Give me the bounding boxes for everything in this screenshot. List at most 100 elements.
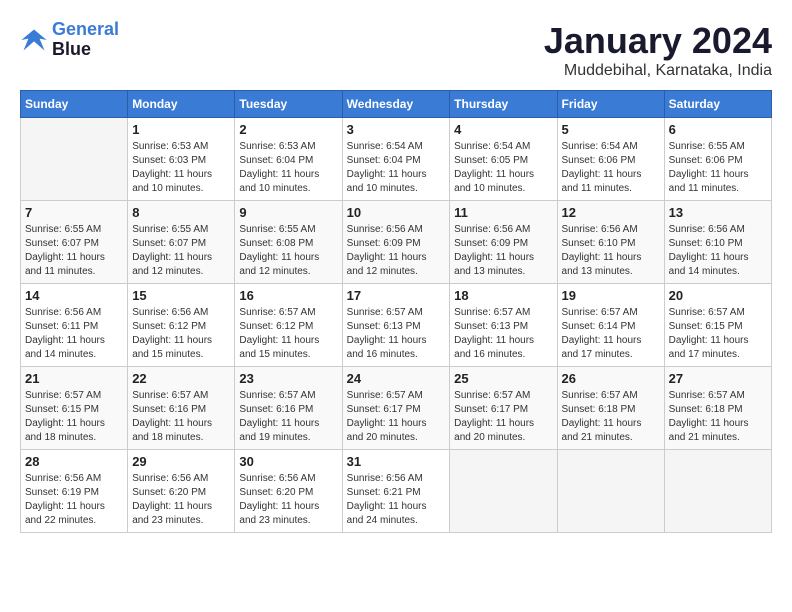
calendar-cell: 8 Sunrise: 6:55 AMSunset: 6:07 PMDaylight…: [128, 201, 235, 284]
day-info: Sunrise: 6:57 AMSunset: 6:18 PMDaylight:…: [669, 389, 767, 445]
day-info: Sunrise: 6:53 AMSunset: 6:04 PMDaylight:…: [239, 140, 337, 196]
logo: General Blue: [20, 20, 119, 60]
calendar-cell: 30 Sunrise: 6:56 AMSunset: 6:20 PMDayligh…: [235, 450, 342, 533]
day-number: 31: [347, 454, 446, 469]
calendar-cell: 29Sunrise: 6:56 AMSunset: 6:20 PMDayligh…: [128, 450, 235, 533]
day-info: Sunrise: 6:56 AMSunset: 6:20 PMDaylight:…: [132, 472, 230, 528]
day-number: 19: [562, 288, 660, 303]
column-header-tuesday: Tuesday: [235, 91, 342, 118]
week-row-3: 14Sunrise: 6:56 AMSunset: 6:11 PMDayligh…: [21, 284, 772, 367]
day-info: Sunrise: 6:56 AMSunset: 6:09 PMDaylight:…: [454, 223, 552, 279]
day-info: Sunrise: 6:56 AMSunset: 6:10 PMDaylight:…: [562, 223, 660, 279]
day-number: 11: [454, 205, 552, 220]
calendar-cell: 7Sunrise: 6:55 AMSunset: 6:07 PMDaylight…: [21, 201, 128, 284]
day-number: 8: [132, 205, 230, 220]
calendar-cell: [557, 450, 664, 533]
calendar-cell: [21, 118, 128, 201]
day-number: 30: [239, 454, 337, 469]
day-number: 6: [669, 122, 767, 137]
day-number: 27: [669, 371, 767, 386]
day-number: 7: [25, 205, 123, 220]
day-number: 13: [669, 205, 767, 220]
calendar-cell: 27 Sunrise: 6:57 AMSunset: 6:18 PMDayligh…: [664, 367, 771, 450]
calendar-cell: 2 Sunrise: 6:53 AMSunset: 6:04 PMDaylight…: [235, 118, 342, 201]
day-number: 2: [239, 122, 337, 137]
week-row-1: 1 Sunrise: 6:53 AMSunset: 6:03 PMDaylight…: [21, 118, 772, 201]
day-info: Sunrise: 6:54 AMSunset: 6:04 PMDaylight:…: [347, 140, 446, 196]
day-number: 15: [132, 288, 230, 303]
column-header-sunday: Sunday: [21, 91, 128, 118]
day-info: Sunrise: 6:57 AMSunset: 6:15 PMDaylight:…: [25, 389, 123, 445]
day-number: 21: [25, 371, 123, 386]
day-info: Sunrise: 6:56 AMSunset: 6:19 PMDaylight:…: [25, 472, 123, 528]
day-number: 17: [347, 288, 446, 303]
calendar-cell: 19 Sunrise: 6:57 AMSunset: 6:14 PMDayligh…: [557, 284, 664, 367]
day-info: Sunrise: 6:55 AMSunset: 6:07 PMDaylight:…: [132, 223, 230, 279]
calendar-cell: 16 Sunrise: 6:57 AMSunset: 6:12 PMDayligh…: [235, 284, 342, 367]
calendar-table: SundayMondayTuesdayWednesdayThursdayFrid…: [20, 90, 772, 533]
day-info: Sunrise: 6:56 AMSunset: 6:21 PMDaylight:…: [347, 472, 446, 528]
day-info: Sunrise: 6:57 AMSunset: 6:17 PMDaylight:…: [454, 389, 552, 445]
column-header-saturday: Saturday: [664, 91, 771, 118]
day-number: 9: [239, 205, 337, 220]
day-info: Sunrise: 6:57 AMSunset: 6:14 PMDaylight:…: [562, 306, 660, 362]
day-number: 28: [25, 454, 123, 469]
day-number: 3: [347, 122, 446, 137]
calendar-cell: 23 Sunrise: 6:57 AMSunset: 6:16 PMDayligh…: [235, 367, 342, 450]
calendar-cell: 24Sunrise: 6:57 AMSunset: 6:17 PMDayligh…: [342, 367, 450, 450]
calendar-cell: 25 Sunrise: 6:57 AMSunset: 6:17 PMDayligh…: [450, 367, 557, 450]
column-header-friday: Friday: [557, 91, 664, 118]
calendar-cell: 14Sunrise: 6:56 AMSunset: 6:11 PMDayligh…: [21, 284, 128, 367]
day-number: 22: [132, 371, 230, 386]
calendar-cell: 31 Sunrise: 6:56 AMSunset: 6:21 PMDayligh…: [342, 450, 450, 533]
calendar-cell: [450, 450, 557, 533]
calendar-cell: 5 Sunrise: 6:54 AMSunset: 6:06 PMDaylight…: [557, 118, 664, 201]
location-title: Muddebihal, Karnataka, India: [544, 62, 772, 80]
logo-icon: [20, 26, 48, 54]
day-info: Sunrise: 6:57 AMSunset: 6:16 PMDaylight:…: [132, 389, 230, 445]
day-info: Sunrise: 6:54 AMSunset: 6:06 PMDaylight:…: [562, 140, 660, 196]
week-row-2: 7 Sunrise: 6:55 AMSunset: 6:07 PMDaylight…: [21, 201, 772, 284]
calendar-cell: 3 Sunrise: 6:54 AMSunset: 6:04 PMDaylight…: [342, 118, 450, 201]
week-row-5: 28 Sunrise: 6:56 AMSunset: 6:19 PMDayligh…: [21, 450, 772, 533]
calendar-cell: 22 Sunrise: 6:57 AMSunset: 6:16 PMDayligh…: [128, 367, 235, 450]
calendar-cell: 9 Sunrise: 6:55 AMSunset: 6:08 PMDaylight…: [235, 201, 342, 284]
day-info: Sunrise: 6:56 AMSunset: 6:20 PMDaylight:…: [239, 472, 337, 528]
calendar-cell: 1 Sunrise: 6:53 AMSunset: 6:03 PMDaylight…: [128, 118, 235, 201]
day-info: Sunrise: 6:57 AMSunset: 6:16 PMDaylight:…: [239, 389, 337, 445]
calendar-cell: 11 Sunrise: 6:56 AMSunset: 6:09 PMDayligh…: [450, 201, 557, 284]
day-info: Sunrise: 6:57 AMSunset: 6:15 PMDaylight:…: [669, 306, 767, 362]
day-info: Sunrise: 6:57 AMSunset: 6:18 PMDaylight:…: [562, 389, 660, 445]
calendar-cell: 21 Sunrise: 6:57 AMSunset: 6:15 PMDayligh…: [21, 367, 128, 450]
day-info: Sunrise: 6:57 AMSunset: 6:17 PMDaylight:…: [347, 389, 446, 445]
day-number: 20: [669, 288, 767, 303]
day-number: 10: [347, 205, 446, 220]
day-number: 26: [562, 371, 660, 386]
day-info: Sunrise: 6:56 AMSunset: 6:10 PMDaylight:…: [669, 223, 767, 279]
day-number: 23: [239, 371, 337, 386]
day-info: Sunrise: 6:57 AMSunset: 6:12 PMDaylight:…: [239, 306, 337, 362]
day-number: 25: [454, 371, 552, 386]
calendar-cell: 10 Sunrise: 6:56 AMSunset: 6:09 PMDayligh…: [342, 201, 450, 284]
day-info: Sunrise: 6:56 AMSunset: 6:11 PMDaylight:…: [25, 306, 123, 362]
day-info: Sunrise: 6:56 AMSunset: 6:09 PMDaylight:…: [347, 223, 446, 279]
calendar-cell: 28 Sunrise: 6:56 AMSunset: 6:19 PMDayligh…: [21, 450, 128, 533]
week-row-4: 21 Sunrise: 6:57 AMSunset: 6:15 PMDayligh…: [21, 367, 772, 450]
day-number: 1: [132, 122, 230, 137]
day-info: Sunrise: 6:55 AMSunset: 6:08 PMDaylight:…: [239, 223, 337, 279]
day-info: Sunrise: 6:53 AMSunset: 6:03 PMDaylight:…: [132, 140, 230, 196]
calendar-cell: 18Sunrise: 6:57 AMSunset: 6:13 PMDayligh…: [450, 284, 557, 367]
day-info: Sunrise: 6:54 AMSunset: 6:05 PMDaylight:…: [454, 140, 552, 196]
day-number: 16: [239, 288, 337, 303]
day-info: Sunrise: 6:56 AMSunset: 6:12 PMDaylight:…: [132, 306, 230, 362]
logo-text: General Blue: [52, 20, 119, 60]
column-header-thursday: Thursday: [450, 91, 557, 118]
calendar-cell: 26 Sunrise: 6:57 AMSunset: 6:18 PMDayligh…: [557, 367, 664, 450]
day-number: 5: [562, 122, 660, 137]
calendar-cell: 4Sunrise: 6:54 AMSunset: 6:05 PMDaylight…: [450, 118, 557, 201]
day-number: 12: [562, 205, 660, 220]
calendar-cell: 12 Sunrise: 6:56 AMSunset: 6:10 PMDayligh…: [557, 201, 664, 284]
column-header-wednesday: Wednesday: [342, 91, 450, 118]
header: General Blue January 2024 Muddebihal, Ka…: [20, 20, 772, 80]
column-header-monday: Monday: [128, 91, 235, 118]
